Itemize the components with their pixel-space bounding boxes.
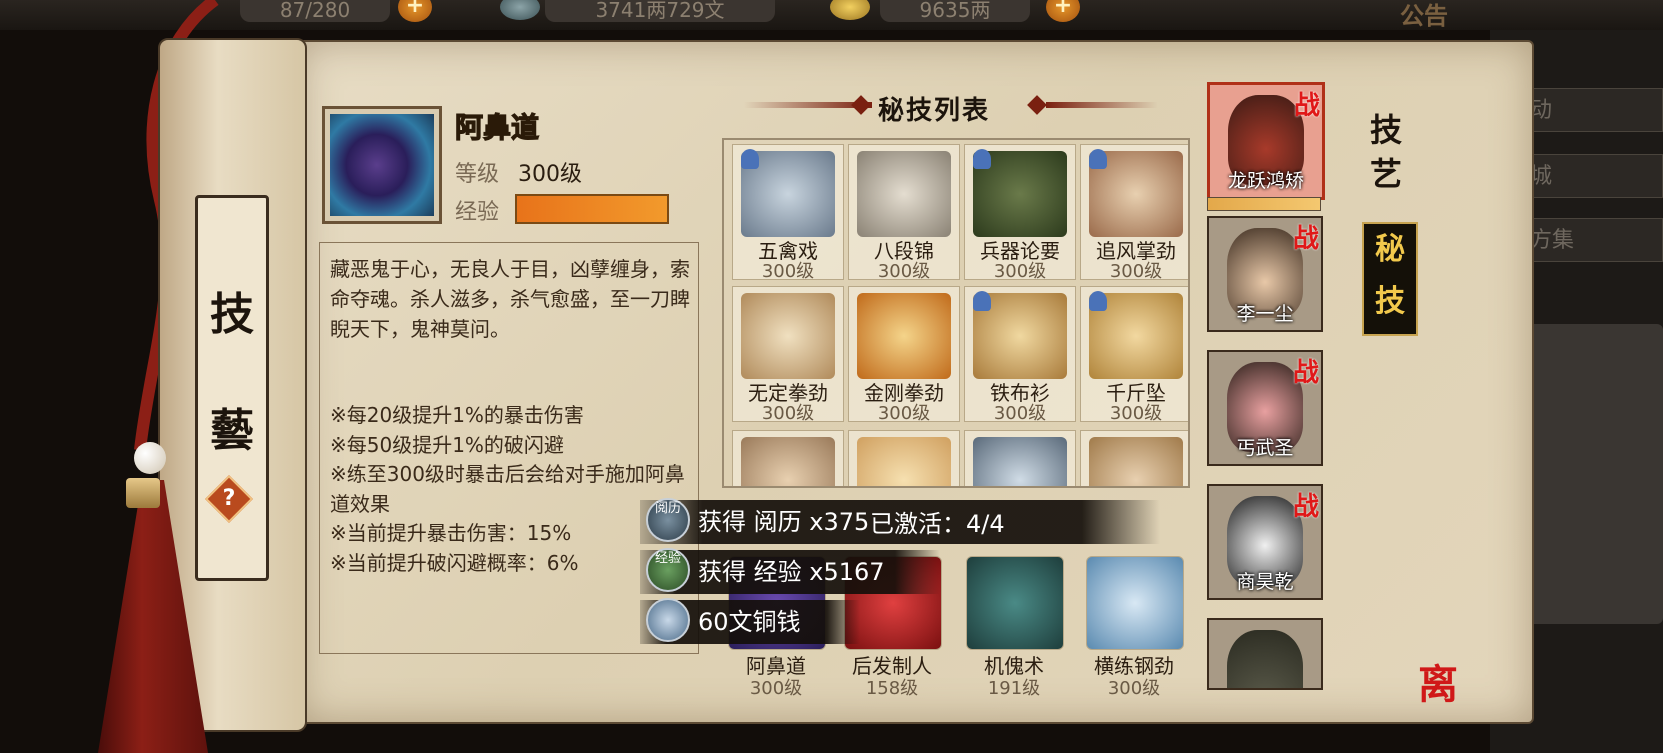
help-label[interactable]: ? — [212, 482, 246, 516]
scroll-title-char-2: 藝 — [210, 405, 254, 456]
skill-card-level: 300级 — [993, 403, 1047, 424]
skill-card-level: 300级 — [1109, 403, 1163, 424]
person-icon — [741, 149, 759, 169]
tassel-cap — [126, 478, 160, 508]
battle-badge: 战 — [1292, 492, 1319, 522]
skill-card[interactable]: 千斤坠 300级 — [1080, 286, 1188, 424]
skill-card-partial[interactable] — [964, 430, 1076, 486]
add-stamina-button[interactable]: + — [398, 0, 432, 22]
character-card[interactable]: 战 丐武圣 — [1207, 350, 1323, 466]
skill-card[interactable]: 追风掌劲 300级 — [1080, 144, 1188, 282]
skill-card-partial[interactable] — [848, 430, 960, 486]
exp-bar — [515, 194, 669, 224]
tab-secret[interactable]: 秘技 — [1362, 222, 1418, 336]
skill-portrait — [322, 106, 442, 224]
skill-card-level: 300级 — [993, 261, 1047, 282]
skill-card[interactable]: 八段锦 300级 — [848, 144, 960, 282]
skill-art — [741, 437, 835, 486]
character-portrait — [1227, 630, 1303, 688]
effect-line: ※每20级提升1%的暴击伤害 — [330, 403, 584, 427]
skill-art — [973, 437, 1067, 486]
notice-button[interactable]: 公告 — [1400, 0, 1448, 31]
bead-decoration — [134, 442, 166, 474]
skill-portrait-art — [330, 114, 434, 216]
title-ornament-right — [1046, 102, 1158, 108]
skill-card-partial[interactable] — [732, 430, 844, 486]
bottom-skill-level: 300级 — [749, 678, 803, 699]
skill-card-level: 300级 — [877, 403, 931, 424]
reward-exp: 获得 经验 x5167 — [698, 558, 885, 586]
level-value: 300级 — [518, 162, 582, 187]
character-card[interactable]: 战 商昊乾 — [1207, 484, 1323, 600]
skill-card[interactable]: 金刚拳劲 300级 — [848, 286, 960, 424]
level-label: 等级 — [455, 162, 500, 187]
skill-art — [857, 293, 951, 379]
reward-yueli: 获得 阅历 x375 — [698, 508, 870, 536]
skill-card-partial[interactable] — [1080, 430, 1188, 486]
gold-ingot-icon — [830, 0, 870, 20]
battle-badge: 战 — [1292, 224, 1319, 254]
silver-icon — [500, 0, 540, 20]
gold-value: 9635两 — [880, 0, 1030, 22]
skill-card-level: 300级 — [1109, 261, 1163, 282]
stamina-value: 87/280 — [240, 0, 390, 22]
character-card-active[interactable]: 战 龙跃鸿矫 — [1207, 82, 1325, 200]
character-name: 丐武圣 — [1236, 437, 1294, 459]
exp-icon: 经验 — [646, 548, 690, 592]
resource-bar: 87/280 + 3741两729文 9635两 + 公告 — [0, 0, 1663, 30]
skill-card-level: 300级 — [877, 261, 931, 282]
effect-line: ※练至300级时暴击后会给对手施加阿鼻道效果 — [330, 462, 685, 516]
skill-art — [857, 151, 951, 237]
scroll-title-char-1: 技 — [210, 289, 254, 340]
tab-craft[interactable]: 技艺 — [1356, 108, 1416, 196]
person-icon — [973, 291, 991, 311]
character-card-partial[interactable] — [1207, 618, 1323, 690]
copper-coin-icon — [646, 598, 690, 642]
character-name: 李一尘 — [1236, 303, 1294, 325]
character-name: 龙跃鸿矫 — [1227, 170, 1304, 192]
skill-card-level: 300级 — [761, 261, 815, 282]
skill-art[interactable] — [966, 556, 1064, 650]
skill-description: 藏恶鬼于心，无良人于目，凶孽缠身，索命夺魂。杀人滋多，杀气愈盛，至一刀睥睨天下，… — [330, 257, 690, 341]
yueli-icon: 阅历 — [646, 498, 690, 542]
hp-bar — [1207, 197, 1321, 211]
effect-line: ※每50级提升1%的破闪避 — [330, 432, 564, 457]
skill-card[interactable]: 五禽戏 300级 — [732, 144, 844, 282]
skill-card[interactable]: 铁布衫 300级 — [964, 286, 1076, 424]
reward-coin: 60文铜钱 — [698, 608, 801, 636]
battle-badge: 战 — [1293, 91, 1320, 121]
scroll-title-plate: 技 藝 — [195, 195, 269, 581]
person-icon — [1089, 291, 1107, 311]
add-gold-button[interactable]: + — [1046, 0, 1080, 22]
skill-effects: ※每20级提升1%的暴击伤害 ※每50级提升1%的破闪避 ※练至300级时暴击后… — [330, 401, 692, 578]
effect-line: ※当前提升暴击伤害：15% — [330, 521, 572, 545]
person-icon — [973, 149, 991, 169]
activate-status: 已激活：4/4 — [870, 510, 1005, 538]
bottom-skill-level: 191级 — [987, 678, 1041, 699]
skill-card[interactable]: 兵器论要 300级 — [964, 144, 1076, 282]
skill-art — [741, 293, 835, 379]
character-card[interactable]: 战 李一尘 — [1207, 216, 1323, 332]
skill-art[interactable] — [1086, 556, 1184, 650]
battle-badge: 战 — [1292, 358, 1319, 388]
person-icon — [1089, 149, 1107, 169]
list-title: 秘技列表 — [878, 96, 991, 126]
skill-name: 阿鼻道 — [454, 110, 540, 144]
effect-line: ※当前提升破闪避概率：6% — [330, 550, 579, 575]
skill-art — [857, 437, 951, 486]
skill-card-level: 300级 — [761, 403, 815, 424]
skills-grid[interactable]: 五禽戏 300级 八段锦 300级 兵器论要 300级 追风掌劲 300级 无定… — [722, 138, 1190, 488]
bottom-skill-level: 300级 — [1107, 678, 1161, 699]
skill-card[interactable]: 无定拳劲 300级 — [732, 286, 844, 424]
bottom-skill-level: 158级 — [865, 678, 919, 699]
hp-fill — [1208, 198, 1320, 210]
exp-label: 经验 — [455, 200, 500, 225]
character-name: 商昊乾 — [1236, 571, 1294, 593]
leave-button[interactable]: 离 — [1418, 652, 1458, 710]
skill-art — [1089, 437, 1183, 486]
money-value: 3741两729文 — [545, 0, 775, 22]
